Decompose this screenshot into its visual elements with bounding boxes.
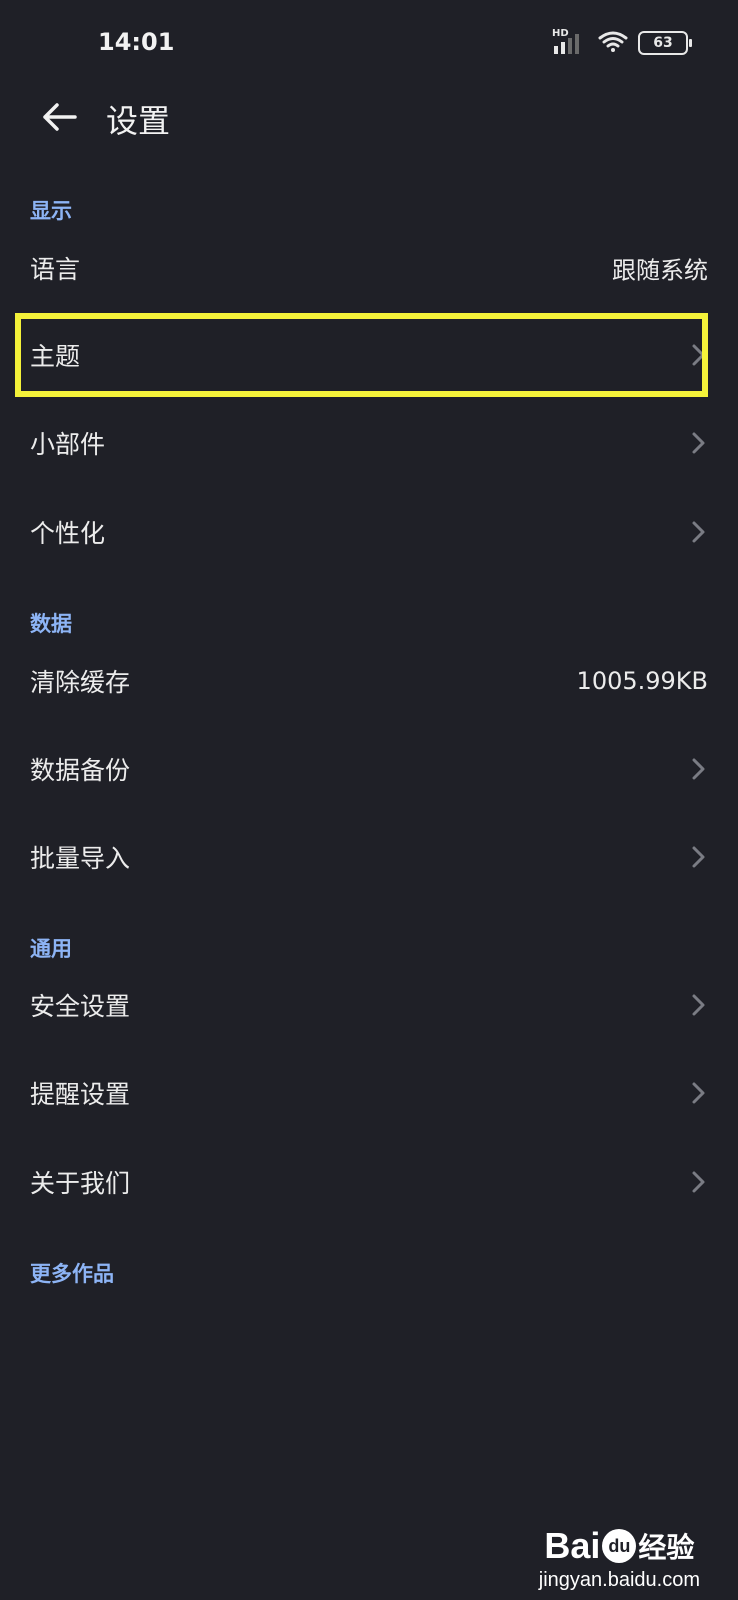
row-label: 关于我们 — [30, 1169, 131, 1198]
row-label: 安全设置 — [30, 992, 131, 1021]
section-label-data: 数据 — [30, 612, 72, 636]
chevron-right-icon — [692, 1082, 705, 1104]
signal-icon: HD — [552, 28, 588, 54]
row-label: 清除缓存 — [30, 668, 131, 697]
row-label: 数据备份 — [30, 756, 131, 785]
settings-row-reminder[interactable]: 提醒设置 — [0, 1049, 738, 1137]
wifi-icon — [598, 30, 628, 56]
chevron-right-icon — [692, 521, 705, 543]
app-header: 设置 — [0, 78, 738, 158]
chevron-right-icon — [692, 432, 705, 454]
page-title: 设置 — [106, 102, 171, 140]
highlight-annotation-box — [15, 313, 708, 397]
watermark-url: jingyan.baidu.com — [538, 1569, 700, 1591]
logo-jingyan: 经验 — [638, 1532, 695, 1563]
section-label-more-works[interactable]: 更多作品 — [30, 1258, 114, 1288]
battery-icon: 63 — [638, 31, 692, 55]
row-value: 1005.99KB — [576, 667, 708, 695]
settings-row-language[interactable]: 语言 跟随系统 — [0, 224, 738, 312]
chevron-right-icon — [692, 1171, 705, 1193]
back-arrow-icon — [43, 103, 77, 131]
chevron-right-icon — [692, 846, 705, 868]
settings-row-batch-import[interactable]: 批量导入 — [0, 813, 738, 901]
status-time: 14:01 — [98, 28, 175, 56]
settings-row-widgets[interactable]: 小部件 — [0, 399, 738, 487]
settings-row-clear-cache[interactable]: 清除缓存 1005.99KB — [0, 637, 738, 725]
settings-row-security[interactable]: 安全设置 — [0, 961, 738, 1049]
chevron-right-icon — [692, 994, 705, 1016]
row-label: 小部件 — [30, 430, 106, 459]
baidu-jingyan-watermark: Bai du 经验 jingyan.baidu.com — [539, 1525, 700, 1592]
settings-row-about[interactable]: 关于我们 — [0, 1138, 738, 1226]
row-label: 批量导入 — [30, 844, 131, 873]
settings-row-personalize[interactable]: 个性化 — [0, 488, 738, 576]
paw-icon: du — [602, 1529, 637, 1563]
settings-row-backup[interactable]: 数据备份 — [0, 725, 738, 813]
row-label: 语言 — [30, 255, 81, 284]
baidu-logo: Bai du 经验 — [539, 1525, 700, 1567]
status-bar: 14:01 HD 63 — [0, 0, 738, 90]
section-label-general: 通用 — [30, 937, 72, 961]
row-label: 个性化 — [30, 519, 106, 548]
row-label: 提醒设置 — [30, 1080, 131, 1109]
logo-paw-text: du — [608, 1535, 631, 1556]
logo-text: Bai — [544, 1525, 601, 1566]
row-value: 跟随系统 — [612, 256, 708, 285]
chevron-right-icon — [692, 758, 705, 780]
back-button[interactable] — [34, 92, 84, 142]
status-icons: HD 63 — [552, 28, 692, 56]
battery-level: 63 — [653, 35, 673, 51]
section-label-display: 显示 — [30, 199, 72, 223]
